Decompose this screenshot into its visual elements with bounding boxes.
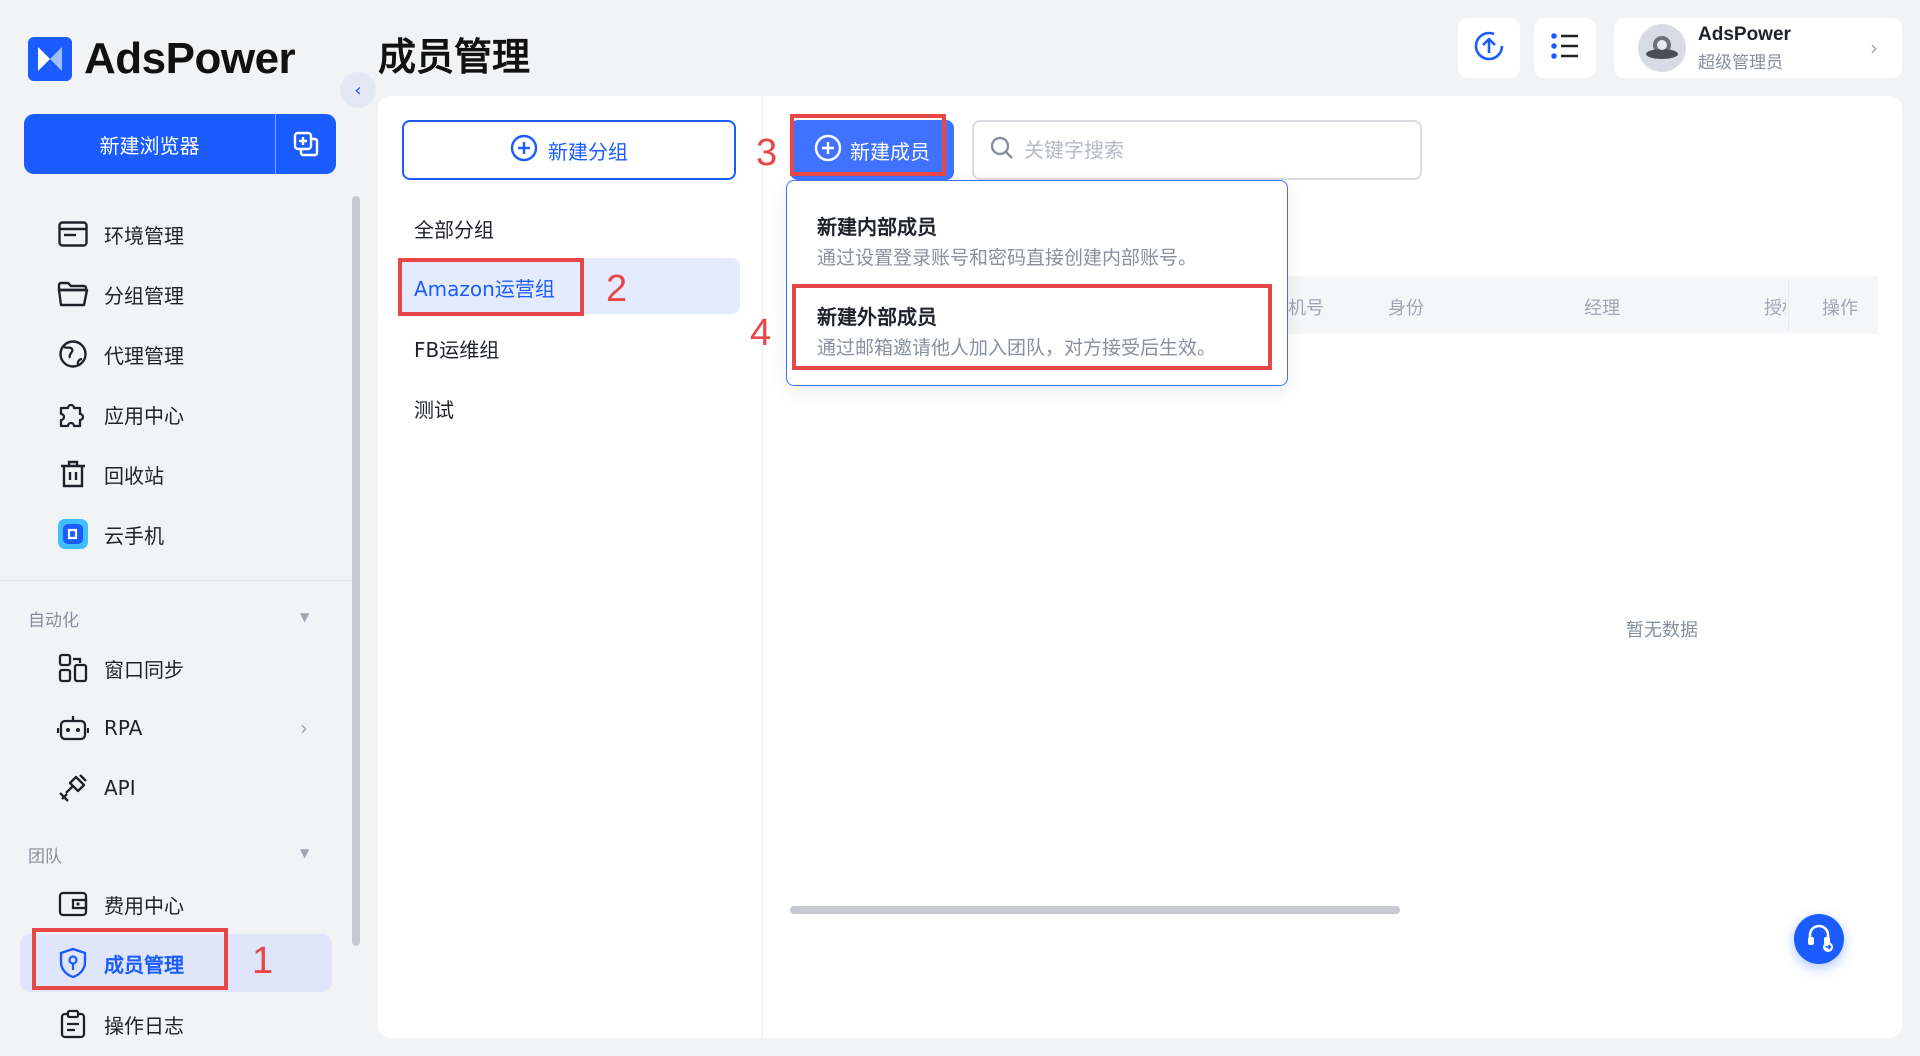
column-header-phone: 机号 [1288, 298, 1324, 319]
keyword-search[interactable] [972, 120, 1422, 180]
sidebar-item-logs[interactable]: 操作日志 [56, 1004, 184, 1044]
folder-icon [56, 277, 90, 311]
sidebar-item-label: 应用中心 [104, 403, 184, 428]
sidebar-item-label: 分组管理 [104, 283, 184, 308]
globe-icon [56, 337, 90, 371]
robot-icon [56, 711, 90, 745]
user-profile[interactable]: AdsPower 超级管理员 › [1614, 18, 1902, 78]
plug-icon [56, 771, 90, 805]
internal-member-description: 通过设置登录账号和密码直接创建内部账号。 [817, 247, 1198, 269]
group-item-test[interactable]: 测试 [414, 394, 454, 423]
batch-add-icon[interactable] [276, 114, 336, 174]
trash-icon [56, 457, 90, 491]
chevron-right-icon[interactable]: › [300, 716, 308, 740]
column-header-manager: 经理 [1584, 298, 1620, 319]
sidebar-item-groups[interactable]: 分组管理 [56, 274, 184, 314]
avatar [1638, 24, 1686, 72]
sidebar-item-api[interactable]: API [56, 768, 136, 808]
sidebar-scrollbar[interactable] [352, 196, 360, 946]
new-internal-member-option[interactable]: 新建内部成员 [817, 211, 937, 240]
new-group-button[interactable]: 新建分组 [402, 120, 736, 180]
list-icon [1550, 32, 1580, 64]
horizontal-scrollbar[interactable] [790, 906, 1400, 914]
profile-role: 超级管理员 [1698, 52, 1783, 73]
sidebar-item-label: 代理管理 [104, 343, 184, 368]
new-browser-button[interactable]: 新建浏览器 [24, 114, 336, 174]
sidebar-item-rpa[interactable]: RPA [56, 708, 142, 748]
caret-down-icon[interactable]: ▼ [300, 610, 309, 624]
annotation-number-1: 1 [252, 940, 274, 982]
headset-icon [1804, 922, 1834, 956]
annotation-box-4 [792, 284, 1272, 370]
collapse-sidebar-button[interactable]: ‹ [340, 72, 376, 108]
sidebar-item-environment[interactable]: 环境管理 [56, 214, 184, 254]
sync-button[interactable] [1458, 18, 1520, 78]
group-item-fb[interactable]: FB运维组 [414, 334, 499, 363]
annotation-box-2 [398, 258, 584, 316]
sidebar-item-label: 窗口同步 [104, 657, 184, 682]
new-group-label: 新建分组 [548, 139, 628, 164]
annotation-box-3 [790, 114, 946, 176]
column-header-auth: 授权 [1764, 298, 1786, 319]
cloud-upload-icon [1472, 29, 1506, 67]
puzzle-icon [56, 397, 90, 431]
sidebar-item-label: 云手机 [104, 523, 164, 548]
column-header-role: 身份 [1388, 298, 1424, 319]
annotation-number-4: 4 [750, 312, 772, 354]
sidebar-item-trash[interactable]: 回收站 [56, 454, 164, 494]
sidebar-item-label: 回收站 [104, 463, 164, 488]
sidebar-item-billing[interactable]: 费用中心 [56, 884, 184, 924]
sidebar-item-apps[interactable]: 应用中心 [56, 394, 184, 434]
sidebar-item-proxy[interactable]: 代理管理 [56, 334, 184, 374]
sidebar-item-label: 费用中心 [104, 893, 184, 918]
annotation-box-1 [32, 928, 228, 990]
caret-down-icon[interactable]: ▼ [300, 846, 309, 860]
sidebar: AdsPower 新建浏览器 环境管理 分组管理 代理管理 应用中心 回收站 云… [0, 0, 360, 1056]
search-input[interactable] [1024, 138, 1384, 162]
search-icon [990, 136, 1014, 164]
sidebar-item-label: API [104, 776, 136, 800]
chevron-left-icon: ‹ [354, 79, 362, 101]
sidebar-item-cloud-phone[interactable]: 云手机 [56, 514, 164, 554]
chevron-right-icon: › [1870, 36, 1878, 60]
sidebar-item-label: 环境管理 [104, 223, 184, 248]
column-divider [762, 96, 763, 1038]
sidebar-item-label: 操作日志 [104, 1013, 184, 1038]
wallet-icon [56, 887, 90, 921]
group-item-all[interactable]: 全部分组 [414, 214, 494, 243]
sidebar-item-window-sync[interactable]: 窗口同步 [56, 648, 184, 688]
new-browser-label[interactable]: 新建浏览器 [24, 114, 275, 174]
clipboard-icon [56, 1007, 90, 1041]
section-title-automation: 自动化 [28, 611, 79, 631]
task-list-button[interactable] [1534, 18, 1596, 78]
page-title: 成员管理 [378, 35, 531, 79]
empty-state-text: 暂无数据 [1626, 620, 1698, 641]
section-title-team: 团队 [28, 847, 62, 867]
customer-support-button[interactable] [1794, 914, 1844, 964]
sidebar-item-label: RPA [104, 716, 143, 740]
window-sync-icon [56, 651, 90, 685]
browser-window-icon [56, 217, 90, 251]
annotation-number-2: 2 [606, 268, 628, 310]
logo[interactable]: AdsPower [28, 34, 296, 84]
sidebar-divider [0, 580, 352, 581]
adspower-logo-icon [28, 37, 72, 81]
annotation-number-3: 3 [756, 132, 778, 174]
plus-circle-icon [510, 134, 538, 167]
cloud-phone-icon [56, 517, 90, 551]
profile-name: AdsPower [1698, 23, 1791, 45]
column-header-actions: 操作 [1822, 298, 1858, 319]
column-separator [1788, 280, 1789, 330]
logo-text: AdsPower [84, 34, 296, 83]
